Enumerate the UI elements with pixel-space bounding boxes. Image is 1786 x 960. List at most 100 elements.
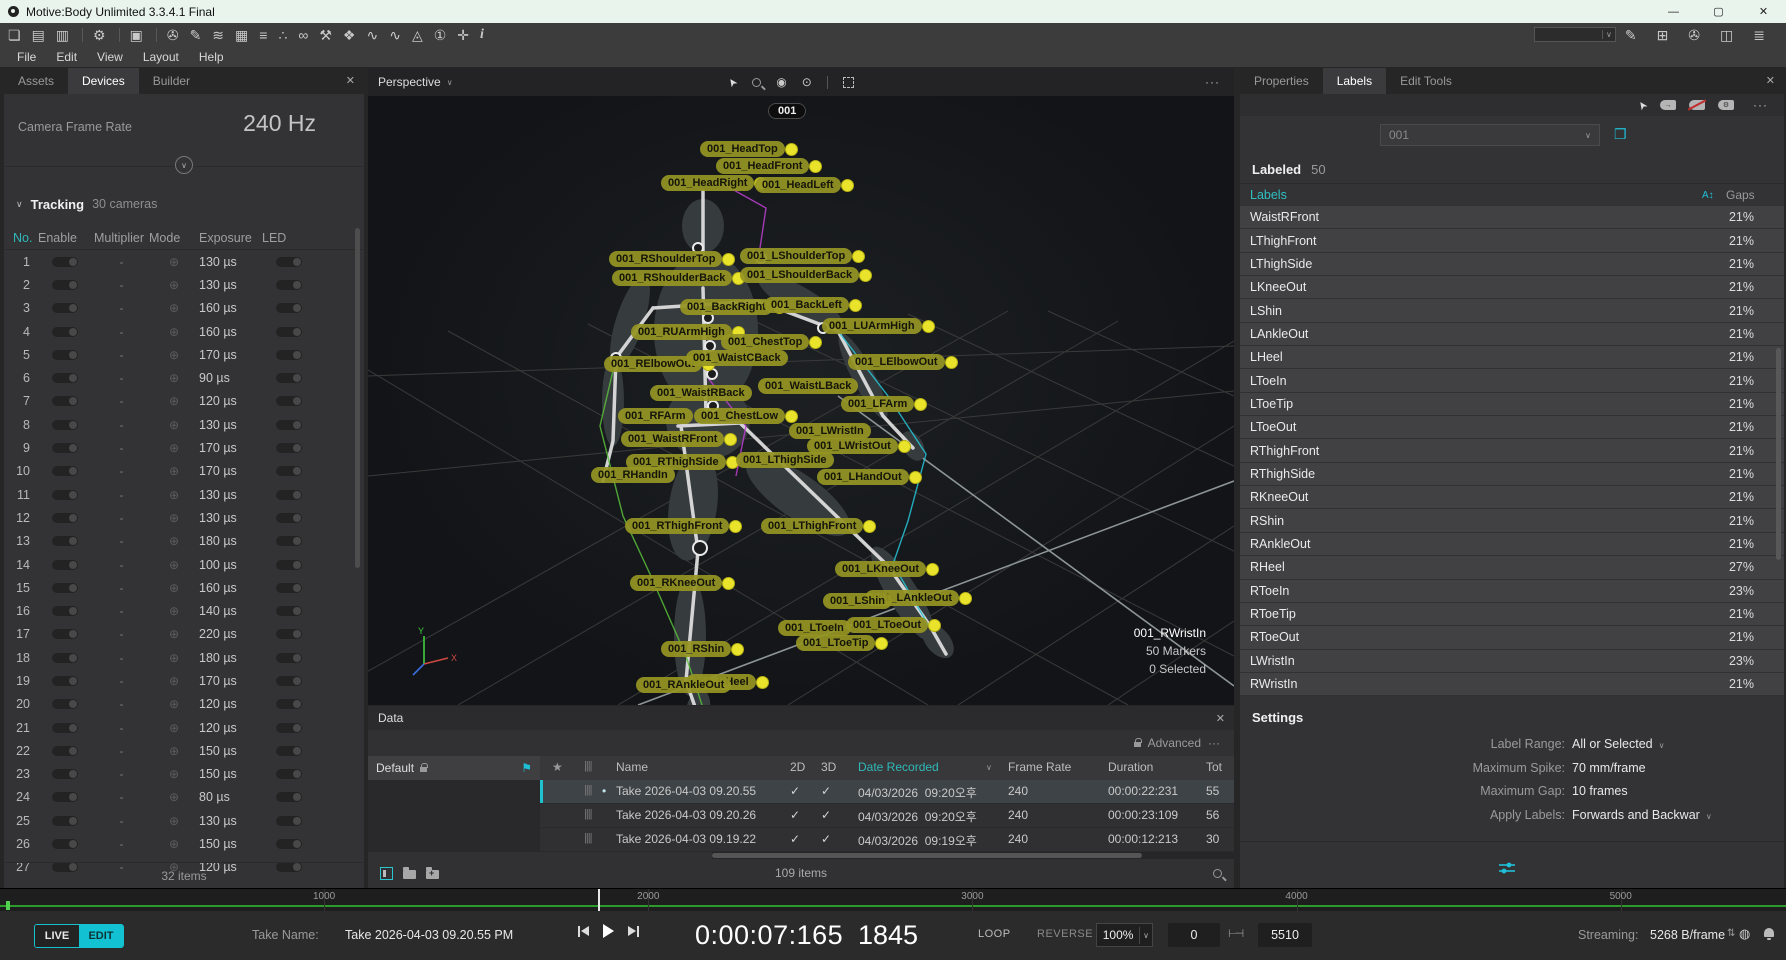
setting-value[interactable]: All or Selected∨ [1572, 737, 1664, 751]
measure-ruler-icon[interactable]: ◬ [412, 28, 423, 42]
camera-row[interactable]: 8-⊕130 µs [4, 413, 364, 436]
maximize-button[interactable]: ▢ [1696, 0, 1741, 23]
enable-toggle[interactable] [52, 373, 78, 383]
led-toggle[interactable] [276, 629, 302, 639]
marker-label[interactable]: 001_ChestLow [694, 408, 785, 424]
marker-label[interactable]: 001_RShin [661, 641, 731, 657]
tracking-group-header[interactable]: ∨ Tracking 30 cameras [4, 192, 364, 216]
camera-row[interactable]: 6-⊕90 µs [4, 366, 364, 389]
camera-row[interactable]: 26-⊕150 µs [4, 832, 364, 855]
mode-icon[interactable]: ⊕ [149, 371, 199, 385]
column-no[interactable]: No. [4, 231, 38, 245]
network-icon[interactable]: ◍ [1739, 926, 1750, 942]
gaps-column-title[interactable]: Gaps [1726, 188, 1755, 202]
add-view-icon[interactable]: ⊞ [1657, 28, 1669, 42]
viewport-canvas[interactable]: 001_HeadTop001_HeadFront001_HeadRight001… [368, 96, 1234, 705]
mode-icon[interactable]: ⊕ [149, 697, 199, 711]
advanced-more-icon[interactable]: ··· [1208, 736, 1220, 750]
enable-toggle[interactable] [52, 676, 78, 686]
quick-label-icon[interactable]: → [1660, 100, 1676, 110]
camera-row[interactable]: 5-⊕170 µs [4, 343, 364, 366]
led-toggle[interactable] [276, 769, 302, 779]
reverse-button[interactable]: REVERSE [1037, 928, 1093, 940]
column-duration[interactable]: Duration [1108, 760, 1153, 774]
labels-list-title[interactable]: Labels [1250, 188, 1287, 202]
tab-labels[interactable]: Labels [1323, 68, 1386, 94]
column-led[interactable]: LED [262, 231, 322, 245]
labeling-more-icon[interactable]: ··· [1753, 98, 1768, 112]
label-row[interactable]: RThighFront21% [1240, 439, 1784, 462]
led-toggle[interactable] [276, 816, 302, 826]
mode-icon[interactable]: ⊕ [149, 674, 199, 688]
tab-devices[interactable]: Devices [68, 68, 139, 94]
marker-label[interactable]: 001_WaistRBack [650, 385, 752, 401]
mode-icon[interactable]: ⊕ [149, 837, 199, 851]
data-panel-close-icon[interactable]: ✕ [1216, 712, 1225, 725]
play-button[interactable] [603, 924, 614, 938]
marker-label[interactable]: 001_RUArmHigh [631, 324, 732, 340]
marquee-select-icon[interactable] [843, 77, 854, 88]
camera-record-icon[interactable]: ✇ [167, 28, 179, 42]
enable-toggle[interactable] [52, 629, 78, 639]
marker-label[interactable]: 001_RFArm [618, 408, 693, 424]
camera-row[interactable]: 15-⊕160 µs [4, 576, 364, 599]
label-row[interactable]: RAnkleOut21% [1240, 533, 1784, 556]
label-row[interactable]: RWristIn21% [1240, 673, 1784, 696]
marker-label[interactable]: 001_LToeTip [796, 635, 875, 651]
mode-icon[interactable]: ⊕ [149, 418, 199, 432]
mode-icon[interactable]: ⊕ [149, 464, 199, 478]
camera-row[interactable]: 3-⊕160 µs [4, 297, 364, 320]
viewport-more-icon[interactable]: ··· [1205, 75, 1220, 89]
led-toggle[interactable] [276, 443, 302, 453]
led-toggle[interactable] [276, 792, 302, 802]
camera-row[interactable]: 16-⊕140 µs [4, 599, 364, 622]
mode-icon[interactable]: ⊕ [149, 488, 199, 502]
new-folder-icon[interactable]: + [426, 870, 439, 879]
camera-table-scrollbar[interactable] [355, 228, 360, 568]
tab-properties[interactable]: Properties [1240, 68, 1323, 94]
notifications-bell-icon[interactable] [1764, 928, 1774, 937]
list-options-icon[interactable]: ≡ [259, 28, 267, 42]
label-row[interactable]: LWristIn23% [1240, 650, 1784, 673]
camera-row[interactable]: 1-⊕130 µs [4, 250, 364, 273]
enable-toggle[interactable] [52, 792, 78, 802]
camera-row[interactable]: 21-⊕120 µs [4, 716, 364, 739]
previous-frame-button[interactable] [578, 926, 589, 937]
camera-row[interactable]: 24-⊕80 µs [4, 786, 364, 809]
setting-value[interactable]: 70 mm/frame [1572, 761, 1646, 775]
enable-toggle[interactable] [52, 769, 78, 779]
marker-label[interactable]: 001_RAnkleOut [636, 677, 731, 693]
led-toggle[interactable] [276, 303, 302, 313]
marker-label[interactable]: 001_LThighSide [736, 452, 834, 468]
label-row[interactable]: LHeel21% [1240, 346, 1784, 369]
take-row[interactable]: ||||Take 2026-04-03 09.20.26✓✓04/03/2026… [540, 804, 1234, 828]
marker-label[interactable]: 001_RHandIn [591, 467, 675, 483]
marker-label[interactable]: 001_HeadFront [716, 158, 809, 174]
label-row[interactable]: LToeTip21% [1240, 393, 1784, 416]
camera-row[interactable]: 4-⊕160 µs [4, 320, 364, 343]
marker-label[interactable]: 001_WaistLBack [758, 378, 858, 394]
label-row[interactable]: LToeOut21% [1240, 416, 1784, 439]
led-toggle[interactable] [276, 327, 302, 337]
frame-one-icon[interactable]: ① [434, 28, 447, 42]
mode-icon[interactable]: ⊕ [149, 767, 199, 781]
marker-label[interactable]: 001_RShoulderTop [609, 251, 722, 267]
marker-label[interactable]: 001_LShoulderTop [740, 248, 852, 264]
marker-label[interactable]: 001_WaistCBack [686, 350, 788, 366]
led-toggle[interactable] [276, 490, 302, 500]
led-toggle[interactable] [276, 350, 302, 360]
enable-toggle[interactable] [52, 560, 78, 570]
graph-two-icon[interactable]: ∿ [389, 28, 401, 42]
label-settings-icon[interactable]: ⚙ [1718, 100, 1734, 110]
led-toggle[interactable] [276, 606, 302, 616]
open-project-icon[interactable]: ❏ [8, 28, 21, 42]
led-toggle[interactable] [276, 466, 302, 476]
label-row[interactable]: RThighSide21% [1240, 463, 1784, 486]
save-as-icon[interactable]: ▥ [56, 28, 69, 42]
zoom-icon[interactable] [752, 78, 761, 87]
enable-toggle[interactable] [52, 443, 78, 453]
camera-row[interactable]: 11-⊕130 µs [4, 483, 364, 506]
led-toggle[interactable] [276, 676, 302, 686]
label-row[interactable]: LKneeOut21% [1240, 276, 1784, 299]
marker-label[interactable]: 001_LShin [823, 593, 892, 609]
